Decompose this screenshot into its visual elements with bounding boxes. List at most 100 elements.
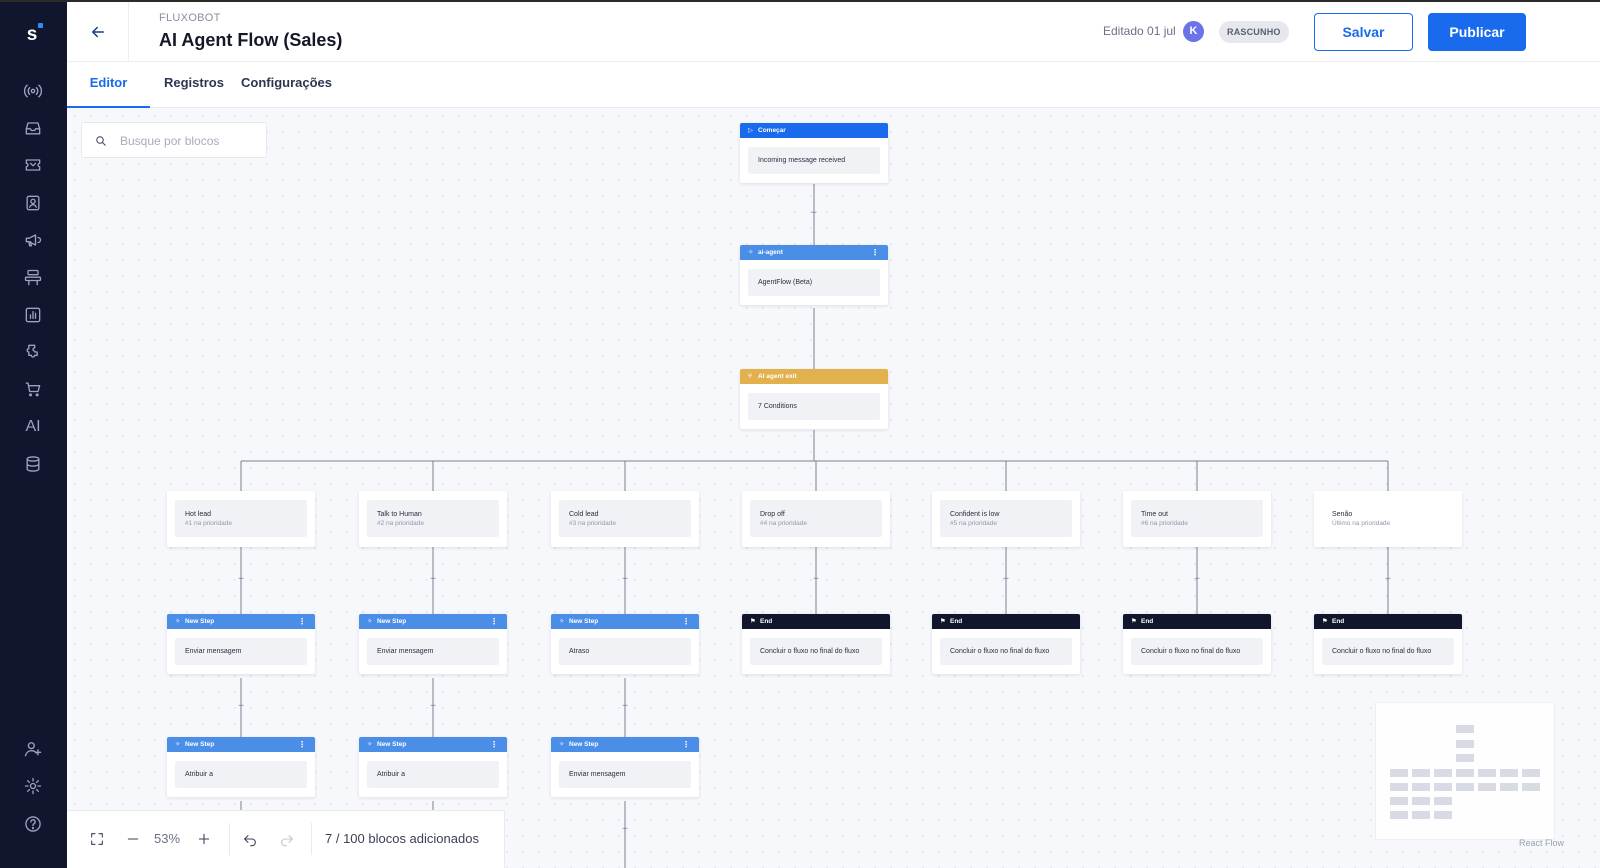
more-vertical-icon[interactable]: ⋮ [871, 245, 879, 260]
integrations-icon[interactable] [20, 339, 46, 365]
ai-icon[interactable]: AI [20, 414, 46, 440]
sparkle-icon: ✧ [175, 741, 181, 748]
node-header-label: AI agent exit [758, 373, 797, 380]
step-node[interactable]: ✧ New Step ⋮ Atraso [551, 614, 699, 674]
step-node[interactable]: ✧ New Step ⋮ Enviar mensagem [359, 614, 507, 674]
add-step-button[interactable]: + [428, 702, 438, 712]
redo-button[interactable] [276, 828, 298, 850]
node-body-text: Enviar mensagem [367, 638, 499, 665]
node-body-text: Enviar mensagem [559, 761, 691, 788]
zoom-in-button[interactable] [193, 828, 215, 850]
add-step-button[interactable]: + [428, 575, 438, 585]
condition-node[interactable]: Time out #6 na prioridade [1123, 491, 1271, 547]
condition-node[interactable]: Confident is low #5 na prioridade [932, 491, 1080, 547]
back-button[interactable] [67, 2, 129, 62]
start-node[interactable]: ▷ Começar Incoming message received [740, 123, 888, 183]
node-body-text: Concluir o fluxo no final do fluxo [940, 638, 1072, 665]
database-icon[interactable] [20, 451, 46, 477]
add-step-button[interactable]: + [620, 825, 630, 835]
condition-priority: #4 na prioridade [760, 520, 807, 527]
node-body-text: Atraso [559, 638, 691, 665]
divider [311, 823, 312, 855]
add-step-button[interactable]: + [1001, 575, 1011, 585]
search-input[interactable] [120, 131, 260, 151]
add-step-button[interactable]: + [809, 209, 819, 219]
contacts-icon[interactable] [20, 190, 46, 216]
avatar[interactable]: K [1183, 21, 1204, 42]
add-step-button[interactable]: + [811, 575, 821, 585]
fit-view-button[interactable] [86, 828, 108, 850]
condition-priority: #3 na prioridade [569, 520, 616, 527]
zoom-out-button[interactable] [122, 828, 144, 850]
condition-node[interactable]: Hot lead #1 na prioridade [167, 491, 315, 547]
add-user-icon[interactable] [20, 736, 46, 762]
sparkle-icon: ✧ [748, 249, 754, 256]
agent-exit-node[interactable]: ⑂ AI agent exit 7 Conditions [740, 369, 888, 429]
node-body-text: AgentFlow (Beta) [748, 269, 880, 296]
more-vertical-icon[interactable]: ⋮ [490, 737, 498, 752]
condition-title: Confident is low [950, 511, 1000, 518]
help-icon[interactable] [20, 811, 46, 837]
add-step-button[interactable]: + [620, 702, 630, 712]
flow-canvas[interactable]: ▷ Começar Incoming message received + ✧ ai… [67, 108, 1600, 868]
undo-button[interactable] [239, 828, 261, 850]
end-node[interactable]: ⚑ End Concluir o fluxo no final do fluxo [742, 614, 890, 674]
condition-node[interactable]: Drop off #4 na prioridade [742, 491, 890, 547]
condition-node[interactable]: Cold lead #3 na prioridade [551, 491, 699, 547]
cart-icon[interactable] [20, 376, 46, 402]
node-body-text: Atribuir a [175, 761, 307, 788]
tab-logs[interactable]: Registros [164, 62, 224, 108]
step-node[interactable]: ✧ New Step ⋮ Atribuir a [167, 737, 315, 797]
condition-title: Time out [1141, 511, 1168, 518]
end-node[interactable]: ⚑ End Concluir o fluxo no final do fluxo [1123, 614, 1271, 674]
minus-icon [127, 838, 139, 840]
step-node[interactable]: ✧ New Step ⋮ Atribuir a [359, 737, 507, 797]
reports-icon[interactable] [20, 302, 46, 328]
sparkle-icon: ✧ [175, 618, 181, 625]
more-vertical-icon[interactable]: ⋮ [298, 614, 306, 629]
redo-icon [281, 835, 293, 847]
flag-icon: ⚑ [1322, 618, 1328, 625]
add-step-button[interactable]: + [236, 575, 246, 585]
more-vertical-icon[interactable]: ⋮ [490, 614, 498, 629]
condition-priority: #5 na prioridade [950, 520, 997, 527]
sparkle-icon: ✧ [559, 618, 565, 625]
tab-settings[interactable]: Configurações [241, 62, 332, 108]
node-header-label: ai-agent [758, 249, 783, 256]
undo-icon [244, 835, 256, 847]
react-flow-attribution[interactable]: React Flow [1519, 838, 1564, 848]
inbox-icon[interactable] [20, 115, 46, 141]
end-node[interactable]: ⚑ End Concluir o fluxo no final do fluxo [932, 614, 1080, 674]
megaphone-icon[interactable] [20, 227, 46, 253]
play-icon: ▷ [748, 127, 753, 134]
broadcast-icon[interactable] [20, 78, 46, 104]
minimap[interactable] [1375, 702, 1555, 840]
more-vertical-icon[interactable]: ⋮ [682, 614, 690, 629]
more-vertical-icon[interactable]: ⋮ [682, 737, 690, 752]
tab-editor[interactable]: Editor [67, 62, 150, 108]
settings-icon[interactable] [20, 773, 46, 799]
node-header-label: New Step [377, 618, 407, 625]
add-step-button[interactable]: + [620, 575, 630, 585]
ai-agent-node[interactable]: ✧ ai-agent ⋮ AgentFlow (Beta) [740, 245, 888, 305]
add-step-button[interactable]: + [1383, 575, 1393, 585]
more-vertical-icon[interactable]: ⋮ [298, 737, 306, 752]
node-header-label: End [1141, 618, 1154, 625]
flow-icon[interactable] [20, 265, 46, 291]
app-logo[interactable]: s [17, 20, 47, 50]
add-step-button[interactable]: + [236, 702, 246, 712]
sparkle-icon: ✧ [367, 741, 373, 748]
condition-node[interactable]: Senão Último na prioridade [1314, 491, 1462, 547]
step-node[interactable]: ✧ New Step ⋮ Enviar mensagem [167, 614, 315, 674]
canvas-controls: 53% 7 / 100 blocos adicionados [67, 810, 505, 868]
save-button[interactable]: Salvar [1314, 13, 1413, 51]
end-node[interactable]: ⚑ End Concluir o fluxo no final do fluxo [1314, 614, 1462, 674]
condition-node[interactable]: Talk to Human #2 na prioridade [359, 491, 507, 547]
publish-button[interactable]: Publicar [1428, 13, 1526, 51]
branch-icon: ⑂ [748, 373, 752, 380]
step-node[interactable]: ✧ New Step ⋮ Enviar mensagem [551, 737, 699, 797]
add-step-button[interactable]: + [1192, 575, 1202, 585]
block-search[interactable] [81, 122, 267, 158]
ticket-icon[interactable] [20, 152, 46, 178]
condition-priority: Último na prioridade [1332, 520, 1391, 527]
